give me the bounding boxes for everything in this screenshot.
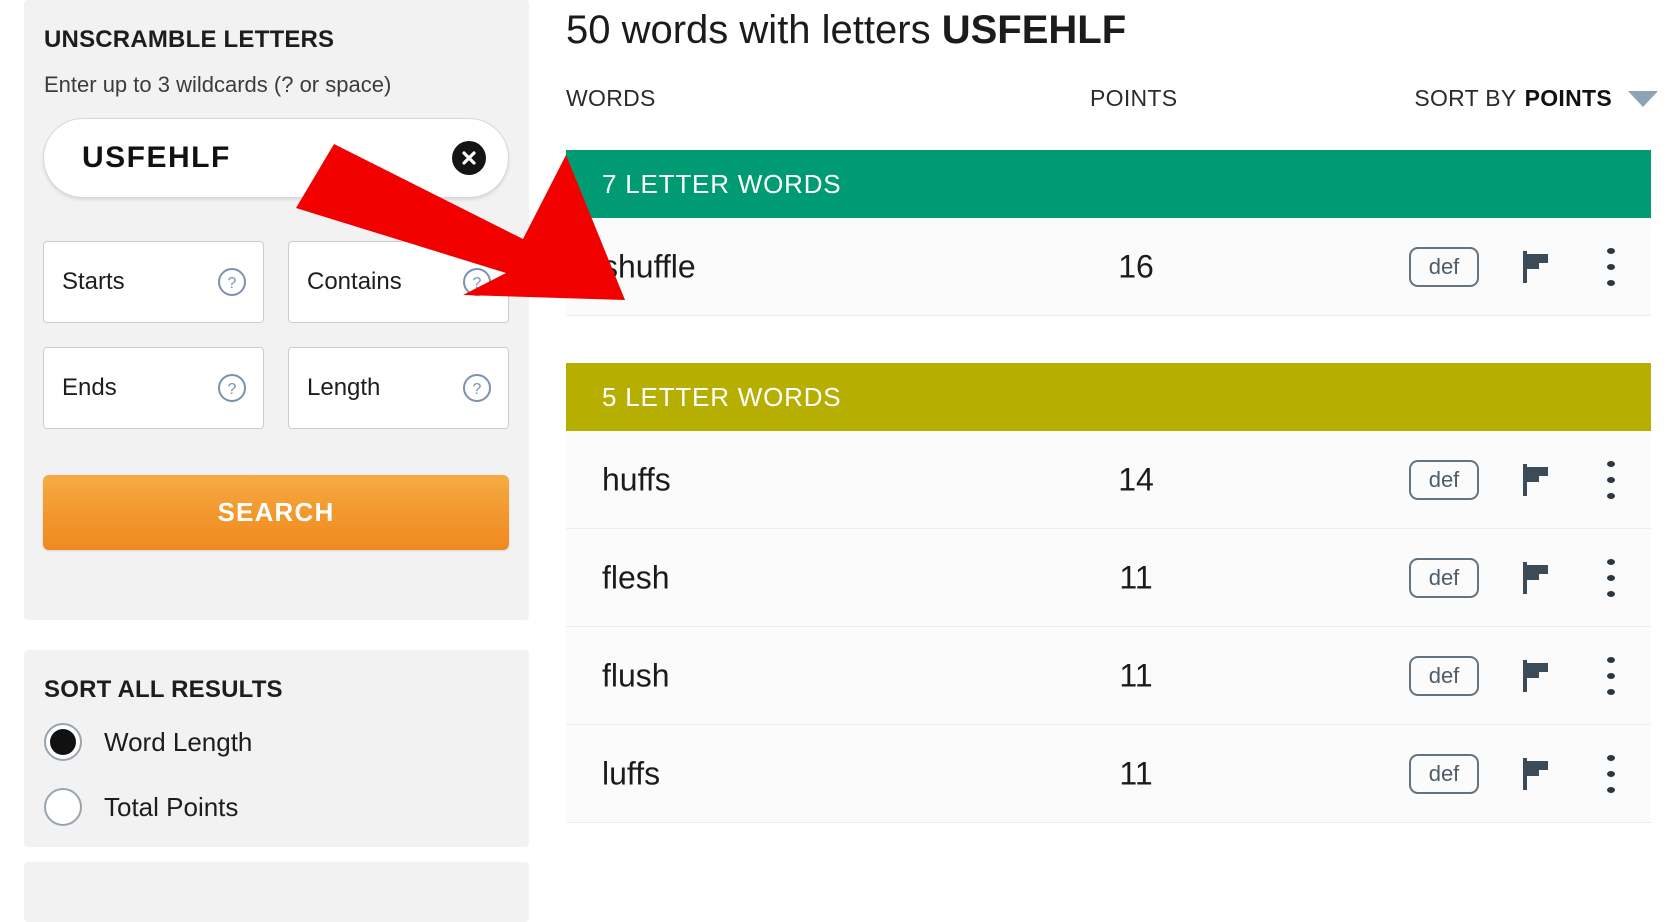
results-area: 50 words with letters USFEHLF WORDS POIN…	[560, 0, 1668, 922]
definition-button[interactable]: def	[1409, 557, 1479, 598]
filter-contains[interactable]: Contains ?	[288, 241, 509, 323]
question-circle-icon[interactable]: ?	[217, 373, 247, 403]
row-actions: def	[1409, 243, 1637, 291]
sort-all-results-panel: SORT ALL RESULTS Word Length Total Point…	[24, 650, 529, 847]
table-row[interactable]: huffs 14 def	[566, 431, 1651, 529]
definition-button[interactable]: def	[1409, 655, 1479, 696]
word-points: 11	[1119, 755, 1153, 791]
word-points: 14	[1118, 461, 1154, 497]
more-vertical-icon[interactable]	[1585, 243, 1637, 291]
sort-by-value: POINTS	[1524, 85, 1612, 111]
more-vertical-icon[interactable]	[1585, 456, 1637, 504]
definition-button[interactable]: def	[1409, 459, 1479, 500]
row-actions: def	[1409, 652, 1637, 700]
radio-selected-icon	[44, 723, 82, 761]
svg-text:?: ?	[228, 381, 237, 398]
svg-text:?: ?	[473, 381, 482, 398]
more-vertical-icon[interactable]	[1585, 750, 1637, 798]
results-title: 50 words with letters USFEHLF	[566, 8, 1126, 53]
filter-contains-label: Contains	[307, 268, 402, 295]
panel-title-sort: SORT ALL RESULTS	[44, 676, 283, 703]
search-button[interactable]: SEARCH	[43, 475, 509, 550]
group-header-5-letter: 5 LETTER WORDS	[566, 363, 1651, 431]
sort-option-word-length[interactable]: Word Length	[44, 723, 252, 761]
group-header-7-letter: 7 LETTER WORDS	[566, 150, 1651, 218]
table-row[interactable]: luffs 11 def	[566, 725, 1651, 823]
flag-icon[interactable]	[1507, 752, 1565, 796]
word-label[interactable]: shuffle	[602, 248, 696, 285]
filter-ends[interactable]: Ends ?	[43, 347, 264, 429]
word-label[interactable]: huffs	[602, 461, 671, 498]
flag-icon[interactable]	[1507, 556, 1565, 600]
sort-option-word-length-label: Word Length	[104, 726, 253, 757]
row-actions: def	[1409, 554, 1637, 602]
unscramble-panel: UNSCRAMBLE LETTERS Enter up to 3 wildcar…	[24, 0, 529, 620]
sort-by-control[interactable]: SORT BY POINTS	[1414, 85, 1658, 112]
svg-text:?: ?	[473, 275, 482, 292]
sort-option-total-points-label: Total Points	[104, 791, 239, 822]
flag-icon[interactable]	[1507, 245, 1565, 289]
column-header-points: POINTS	[1090, 85, 1178, 111]
results-title-letters: USFEHLF	[941, 8, 1127, 52]
flag-icon[interactable]	[1507, 654, 1565, 698]
row-actions: def	[1409, 456, 1637, 504]
table-row[interactable]: flush 11 def	[566, 627, 1651, 725]
more-vertical-icon[interactable]	[1585, 554, 1637, 602]
word-label[interactable]: flush	[602, 657, 670, 694]
definition-button[interactable]: def	[1409, 753, 1479, 794]
filter-length[interactable]: Length ?	[288, 347, 509, 429]
question-circle-icon[interactable]: ?	[462, 373, 492, 403]
word-results-list: 7 LETTER WORDS shuffle 16 def 5 LETTER W…	[566, 150, 1651, 823]
radio-unselected-icon	[44, 788, 82, 826]
definition-button[interactable]: def	[1409, 246, 1479, 287]
column-header-words: WORDS	[566, 85, 656, 111]
page-root: UNSCRAMBLE LETTERS Enter up to 3 wildcar…	[0, 0, 1668, 922]
next-panel	[24, 862, 529, 922]
filter-starts-label: Starts	[62, 268, 125, 295]
close-circle-icon[interactable]	[452, 141, 486, 175]
sort-option-total-points[interactable]: Total Points	[44, 788, 238, 826]
word-label[interactable]: flesh	[602, 559, 670, 596]
word-points: 16	[1118, 248, 1154, 284]
sort-by-label: SORT BY	[1414, 85, 1517, 111]
filter-ends-label: Ends	[62, 374, 117, 401]
results-title-prefix: 50 words with letters	[566, 8, 942, 52]
row-actions: def	[1409, 750, 1637, 798]
word-label[interactable]: luffs	[602, 755, 660, 792]
sidebar: UNSCRAMBLE LETTERS Enter up to 3 wildcar…	[0, 0, 560, 922]
filter-grid: Starts ? Contains ? Ends ? Length ?	[43, 241, 509, 429]
table-row[interactable]: shuffle 16 def	[566, 218, 1651, 316]
flag-icon[interactable]	[1507, 458, 1565, 502]
table-row[interactable]: flesh 11 def	[566, 529, 1651, 627]
letters-input-wrapper[interactable]	[43, 118, 509, 198]
word-points: 11	[1119, 657, 1153, 693]
column-headers: WORDS POINTS SORT BY POINTS	[560, 85, 1668, 125]
svg-text:?: ?	[228, 275, 237, 292]
letters-input[interactable]	[82, 141, 412, 175]
question-circle-icon[interactable]: ?	[462, 267, 492, 297]
chevron-down-icon[interactable]	[1628, 90, 1658, 107]
wildcards-hint: Enter up to 3 wildcards (? or space)	[44, 72, 392, 97]
filter-starts[interactable]: Starts ?	[43, 241, 264, 323]
more-vertical-icon[interactable]	[1585, 652, 1637, 700]
group-spacer	[566, 316, 1651, 363]
filter-length-label: Length	[307, 374, 381, 401]
panel-title-unscramble: UNSCRAMBLE LETTERS	[44, 26, 335, 53]
question-circle-icon[interactable]: ?	[217, 267, 247, 297]
word-points: 11	[1119, 559, 1153, 595]
